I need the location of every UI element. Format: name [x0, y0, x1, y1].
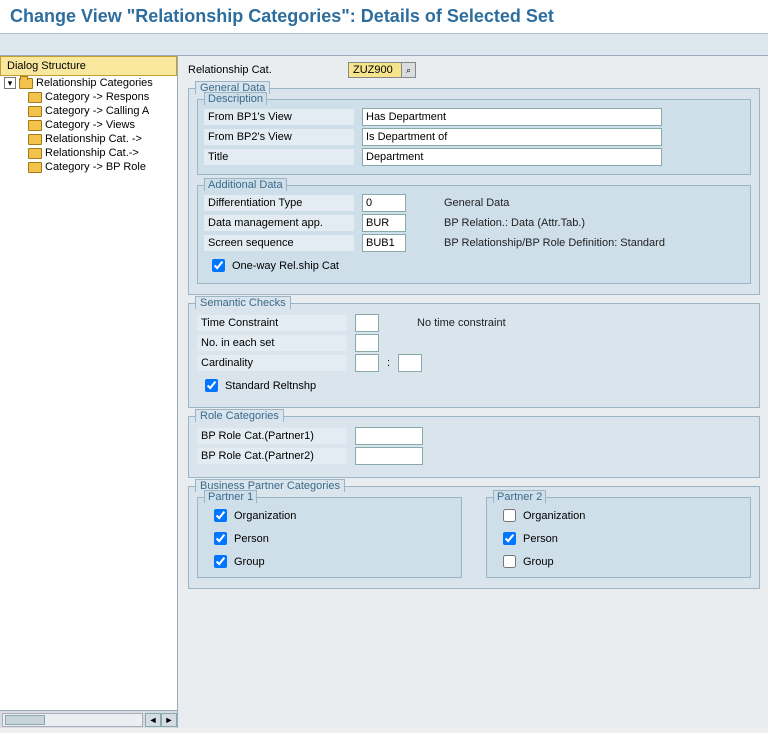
partner1-title: Partner 1 [204, 490, 257, 503]
partner2-box: Partner 2 Organization Person Group [486, 497, 751, 578]
role-categories-title: Role Categories [195, 409, 284, 422]
tree-node-label: Category -> Views [45, 119, 135, 131]
description-box: Description From BP1's View From BP2's V… [197, 99, 751, 175]
p1-person-checkbox[interactable] [214, 532, 227, 545]
tree-node-item[interactable]: Category -> Respons [0, 90, 177, 104]
data-mgmt-app-label: Data management app. [204, 215, 354, 231]
p2-organization-label: Organization [523, 510, 585, 522]
differentiation-type-label: Differentiation Type [204, 195, 354, 211]
p2-group-checkbox[interactable] [503, 555, 516, 568]
partner1-box: Partner 1 Organization Person Group [197, 497, 462, 578]
role-categories-group: Role Categories BP Role Cat.(Partner1) B… [188, 416, 760, 478]
relationship-cat-line: Relationship Cat. ⌕ [188, 62, 760, 78]
tree-node-label: Relationship Cat.-> [45, 147, 139, 159]
p2-person-label: Person [523, 533, 558, 545]
cardinality-input-2[interactable] [398, 354, 422, 372]
title-label: Title [204, 149, 354, 165]
folder-open-icon [19, 78, 33, 89]
additional-data-title: Additional Data [204, 178, 287, 191]
bp-role-cat-p2-input[interactable] [355, 447, 423, 465]
cardinality-input-1[interactable] [355, 354, 379, 372]
screen-sequence-desc: BP Relationship/BP Role Definition: Stan… [444, 237, 665, 249]
folder-icon [28, 92, 42, 103]
bp-role-cat-p2-label: BP Role Cat.(Partner2) [197, 448, 347, 464]
p1-group-label: Group [234, 556, 265, 568]
folder-icon [28, 134, 42, 145]
p1-person-label: Person [234, 533, 269, 545]
tree-node-label: Relationship Categories [36, 77, 153, 89]
folder-icon [28, 148, 42, 159]
p1-organization-checkbox[interactable] [214, 509, 227, 522]
folder-icon [28, 120, 42, 131]
scrollbar-track[interactable] [2, 713, 143, 727]
data-mgmt-app-desc: BP Relation.: Data (Attr.Tab.) [444, 217, 585, 229]
partner2-title: Partner 2 [493, 490, 546, 503]
description-title: Description [204, 92, 267, 105]
no-in-each-set-input[interactable] [355, 334, 379, 352]
details-panel: Relationship Cat. ⌕ General Data Descrip… [178, 56, 768, 728]
p1-group-checkbox[interactable] [214, 555, 227, 568]
screen-sequence-label: Screen sequence [204, 235, 354, 251]
time-constraint-input[interactable] [355, 314, 379, 332]
tree-node-label: Category -> Respons [45, 91, 149, 103]
relationship-cat-input[interactable] [348, 62, 402, 78]
tree-node-label: Category -> Calling A [45, 105, 149, 117]
title-input[interactable] [362, 148, 662, 166]
folder-icon [28, 162, 42, 173]
bp-categories-group: Business Partner Categories Partner 1 Or… [188, 486, 760, 589]
cardinality-separator: : [387, 357, 390, 369]
toolbar-strip [0, 34, 768, 56]
screen-sequence-input[interactable] [362, 234, 406, 252]
additional-data-box: Additional Data Differentiation Type Gen… [197, 185, 751, 284]
data-mgmt-app-input[interactable] [362, 214, 406, 232]
main-area: Dialog Structure ▾ Relationship Categori… [0, 56, 768, 728]
bp-role-cat-p1-label: BP Role Cat.(Partner1) [197, 428, 347, 444]
p2-organization-checkbox[interactable] [503, 509, 516, 522]
general-data-group: General Data Description From BP1's View… [188, 88, 760, 295]
semantic-checks-group: Semantic Checks Time Constraint No time … [188, 303, 760, 408]
from-bp1-label: From BP1's View [204, 109, 354, 125]
semantic-checks-title: Semantic Checks [195, 296, 291, 309]
folder-icon [28, 106, 42, 117]
scrollbar-thumb[interactable] [5, 715, 45, 725]
scroll-right-icon[interactable]: ► [161, 713, 177, 727]
tree-toggle-icon[interactable]: ▾ [4, 77, 16, 89]
search-help-icon[interactable]: ⌕ [402, 62, 416, 78]
tree-node-label: Category -> BP Role [45, 161, 146, 173]
p2-group-label: Group [523, 556, 554, 568]
tree-node-item[interactable]: Relationship Cat.-> [0, 146, 177, 160]
tree-node-label: Relationship Cat. -> [45, 133, 142, 145]
differentiation-type-input[interactable] [362, 194, 406, 212]
tree-node-item[interactable]: Relationship Cat. -> [0, 132, 177, 146]
time-constraint-desc: No time constraint [417, 317, 506, 329]
bp-role-cat-p1-input[interactable] [355, 427, 423, 445]
one-way-checkbox[interactable] [212, 259, 225, 272]
from-bp1-input[interactable] [362, 108, 662, 126]
tree-node-root[interactable]: ▾ Relationship Categories [0, 76, 177, 90]
differentiation-type-desc: General Data [444, 197, 509, 209]
standard-reltnshp-checkbox[interactable] [205, 379, 218, 392]
from-bp2-label: From BP2's View [204, 129, 354, 145]
p1-organization-label: Organization [234, 510, 296, 522]
page-title: Change View "Relationship Categories": D… [0, 0, 768, 34]
cardinality-label: Cardinality [197, 355, 347, 371]
from-bp2-input[interactable] [362, 128, 662, 146]
scroll-left-icon[interactable]: ◄ [145, 713, 161, 727]
tree-node-item[interactable]: Category -> BP Role [0, 160, 177, 174]
relationship-cat-label: Relationship Cat. [188, 64, 338, 76]
tree: ▾ Relationship Categories Category -> Re… [0, 76, 177, 710]
time-constraint-label: Time Constraint [197, 315, 347, 331]
horizontal-scrollbar[interactable]: ◄ ► [0, 710, 177, 728]
p2-person-checkbox[interactable] [503, 532, 516, 545]
one-way-label: One-way Rel.ship Cat [232, 260, 339, 272]
tree-node-item[interactable]: Category -> Views [0, 118, 177, 132]
dialog-structure-header: Dialog Structure [0, 56, 177, 76]
dialog-structure-panel: Dialog Structure ▾ Relationship Categori… [0, 56, 178, 728]
no-in-each-set-label: No. in each set [197, 335, 347, 351]
standard-reltnshp-label: Standard Reltnshp [225, 380, 316, 392]
tree-node-item[interactable]: Category -> Calling A [0, 104, 177, 118]
